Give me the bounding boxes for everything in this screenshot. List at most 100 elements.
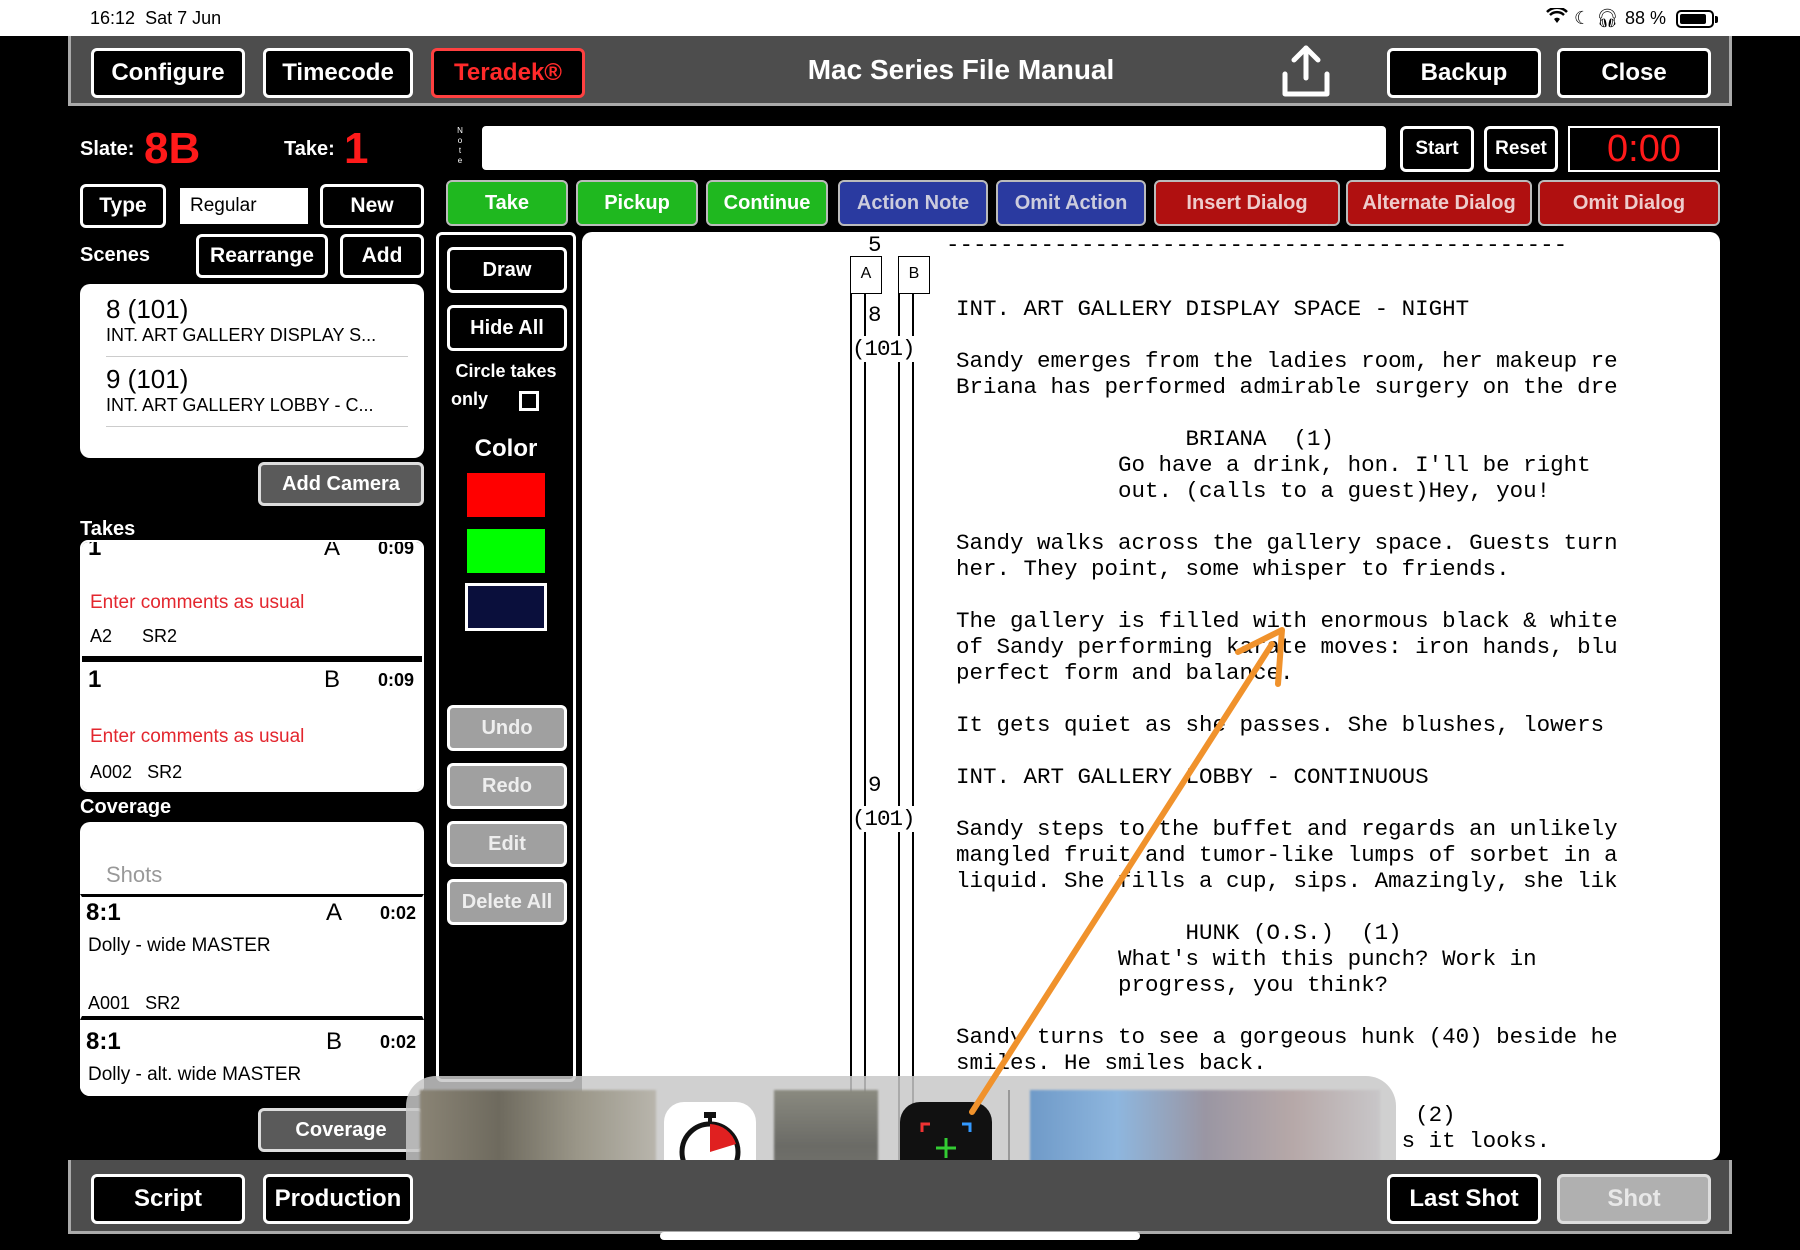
take-marker-9: 9 bbox=[868, 772, 882, 798]
moon-icon: ☾ bbox=[1573, 8, 1591, 28]
battery-label: 88 % bbox=[1624, 8, 1666, 28]
take-label: Take: bbox=[284, 138, 335, 160]
script-line: What's with this punch? Work in bbox=[956, 946, 1537, 972]
script-line: Sandy steps to the buffet and regards an… bbox=[956, 816, 1618, 842]
timer-display: 0:00 bbox=[1568, 126, 1720, 172]
note-label: Note bbox=[457, 126, 463, 165]
red-swatch[interactable] bbox=[465, 471, 547, 519]
continue-button[interactable]: Continue bbox=[706, 180, 828, 226]
script-pane[interactable]: 5 --------------------------------------… bbox=[582, 232, 1720, 1160]
coverage-label: Coverage bbox=[80, 796, 172, 818]
take-action-button[interactable]: Take bbox=[446, 180, 568, 226]
shot-button[interactable]: Shot bbox=[1557, 1174, 1711, 1224]
script-line: smiles. He smiles back. bbox=[956, 1050, 1267, 1076]
redo-button[interactable]: Redo bbox=[447, 763, 567, 809]
only-label: only bbox=[451, 389, 489, 409]
share-upload-icon[interactable] bbox=[1277, 44, 1335, 100]
camera-column-a[interactable]: A bbox=[850, 256, 882, 294]
start-button[interactable]: Start bbox=[1400, 126, 1474, 172]
pickup-button[interactable]: Pickup bbox=[576, 180, 698, 226]
script-line: perfect form and balance. bbox=[956, 660, 1294, 686]
action-note-button[interactable]: Action Note bbox=[838, 180, 988, 226]
green-swatch[interactable] bbox=[465, 527, 547, 575]
coverage-line bbox=[850, 294, 852, 1160]
status-icons: ☾ 🎧︎ 88 % bbox=[1546, 6, 1718, 29]
take-marker-9-sub: (101) bbox=[852, 806, 916, 832]
draw-button[interactable]: Draw bbox=[447, 247, 567, 293]
production-tab-button[interactable]: Production bbox=[263, 1174, 413, 1224]
type-field[interactable]: Regular bbox=[180, 188, 308, 224]
timecode-button[interactable]: Timecode bbox=[263, 48, 413, 98]
scenes-label: Scenes bbox=[80, 244, 151, 266]
script-line: It gets quiet as she passes. She blushes… bbox=[956, 712, 1618, 738]
add-camera-button[interactable]: Add Camera bbox=[258, 462, 424, 506]
script-line: liquid. She fills a cup, sips. Amazingly… bbox=[956, 868, 1618, 894]
status-time: 16:12 Sat 7 Jun bbox=[90, 8, 222, 28]
script-line: mangled fruit and tumor-like lumps of so… bbox=[956, 842, 1618, 868]
headphones-icon: 🎧︎ bbox=[1596, 8, 1619, 28]
page-dashes: ----------------------------------------… bbox=[946, 232, 1568, 258]
configure-button[interactable]: Configure bbox=[91, 48, 245, 98]
wifi-icon bbox=[1546, 6, 1568, 29]
omit-dialog-button[interactable]: Omit Dialog bbox=[1538, 180, 1720, 226]
page-number: 5 bbox=[868, 232, 882, 258]
shot-card[interactable]: 8:1 A 0:02 Dolly - wide MASTER A001 SR2 bbox=[80, 894, 424, 1020]
scene-item[interactable]: 9 (101) INT. ART GALLERY LOBBY - C... bbox=[106, 364, 373, 416]
type-button[interactable]: Type bbox=[80, 184, 166, 228]
takes-label: Takes bbox=[80, 518, 136, 540]
circle-takes-label: Circle takes bbox=[455, 361, 557, 381]
navy-swatch[interactable] bbox=[465, 583, 547, 631]
note-input[interactable] bbox=[482, 126, 1386, 170]
take-card[interactable]: 1 B 0:09 Enter comments as usual A002 SR… bbox=[82, 662, 422, 790]
script-line: INT. ART GALLERY LOBBY - CONTINUOUS bbox=[956, 764, 1429, 790]
circle-only-checkbox[interactable] bbox=[519, 391, 539, 411]
script-line: Go have a drink, hon. I'll be right bbox=[956, 452, 1591, 478]
script-line: her. They point, some whisper to friends… bbox=[956, 556, 1510, 582]
slate-value[interactable]: 8B bbox=[144, 124, 200, 174]
script-line: Sandy walks across the gallery space. Gu… bbox=[956, 530, 1618, 556]
slate-label: Slate: bbox=[80, 138, 135, 160]
script-line: The gallery is filled with enormous blac… bbox=[956, 608, 1618, 634]
omit-action-button[interactable]: Omit Action bbox=[996, 180, 1146, 226]
script-line: Sandy turns to see a gorgeous hunk (40) … bbox=[956, 1024, 1618, 1050]
battery-icon bbox=[1676, 9, 1718, 28]
rearrange-button[interactable]: Rearrange bbox=[196, 234, 328, 278]
shots-label: Shots bbox=[106, 862, 163, 887]
coverage-line bbox=[898, 294, 900, 1160]
bottom-toolbar: Script Production Last Shot Shot bbox=[68, 1160, 1732, 1234]
drawing-tools-panel: Draw Hide All Circle takes only Color Un… bbox=[436, 232, 576, 1082]
add-scene-button[interactable]: Add bbox=[340, 234, 424, 278]
takes-list: 1 A 0:09 Enter comments as usual A2 SR2 … bbox=[80, 540, 424, 792]
take-value[interactable]: 1 bbox=[344, 124, 368, 174]
page-title: Mac Series File Manual bbox=[807, 54, 1115, 85]
coverage-button[interactable]: Coverage bbox=[258, 1108, 424, 1152]
shot-card[interactable]: 8:1 B 0:02 Dolly - alt. wide MASTER bbox=[80, 1024, 424, 1096]
take-marker-8-sub: (101) bbox=[852, 336, 916, 362]
status-bar: 16:12 Sat 7 Jun ☾ 🎧︎ 88 % bbox=[0, 0, 1800, 36]
backup-button[interactable]: Backup bbox=[1387, 48, 1541, 98]
close-button[interactable]: Close bbox=[1557, 48, 1711, 98]
delete-all-button[interactable]: Delete All bbox=[447, 879, 567, 925]
camera-column-b[interactable]: B bbox=[898, 256, 930, 294]
home-indicator bbox=[660, 1232, 1140, 1240]
script-line: progress, you think? bbox=[956, 972, 1389, 998]
script-line: Briana has performed admirable surgery o… bbox=[956, 374, 1618, 400]
color-label: Color bbox=[474, 435, 538, 462]
script-line: HUNK (O.S.) (1) bbox=[956, 920, 1402, 946]
divider bbox=[106, 426, 408, 427]
script-line: Sandy emerges from the ladies room, her … bbox=[956, 348, 1618, 374]
coverage-line bbox=[864, 294, 866, 1160]
script-tab-button[interactable]: Script bbox=[91, 1174, 245, 1224]
teradek-button[interactable]: Teradek® bbox=[431, 48, 585, 98]
last-shot-button[interactable]: Last Shot bbox=[1387, 1174, 1541, 1224]
take-card[interactable]: 1 A 0:09 Enter comments as usual A2 SR2 bbox=[82, 542, 422, 656]
reset-button[interactable]: Reset bbox=[1484, 126, 1558, 172]
alternate-dialog-button[interactable]: Alternate Dialog bbox=[1346, 180, 1532, 226]
scene-item[interactable]: 8 (101) INT. ART GALLERY DISPLAY S... bbox=[106, 294, 376, 346]
new-button[interactable]: New bbox=[320, 184, 424, 228]
hide-all-button[interactable]: Hide All bbox=[447, 305, 567, 351]
edit-button[interactable]: Edit bbox=[447, 821, 567, 867]
undo-button[interactable]: Undo bbox=[447, 705, 567, 751]
script-line: BRIANA (1) bbox=[956, 426, 1335, 452]
insert-dialog-button[interactable]: Insert Dialog bbox=[1154, 180, 1340, 226]
